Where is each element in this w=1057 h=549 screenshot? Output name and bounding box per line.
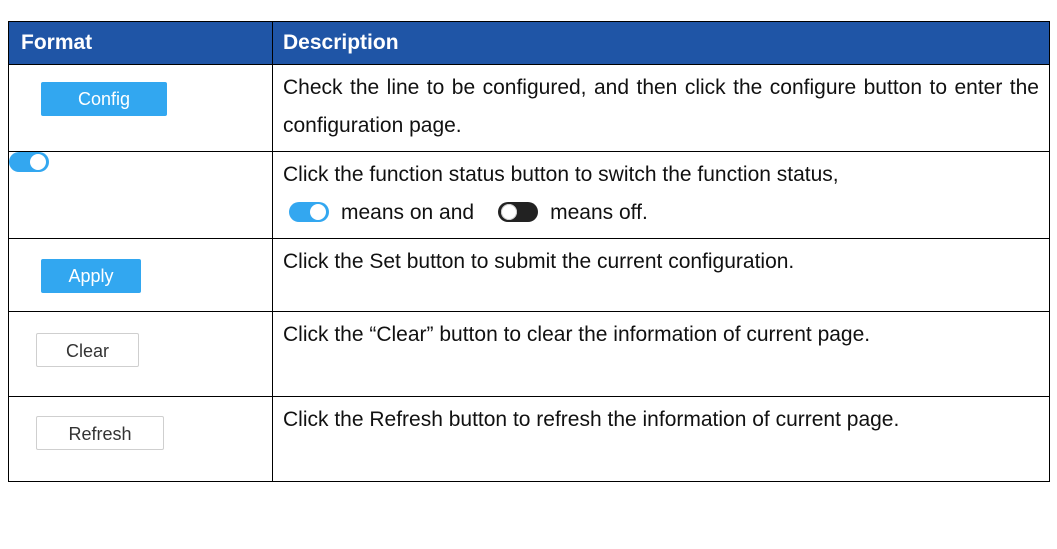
table-row: Config Check the line to be configured, … bbox=[8, 64, 1050, 152]
description-cell: Click the function status button to swit… bbox=[272, 151, 1050, 239]
toggle-knob bbox=[310, 204, 326, 220]
description-cell: Check the line to be configured, and the… bbox=[272, 64, 1050, 152]
table-row: Apply Click the Set button to submit the… bbox=[8, 238, 1050, 312]
table-row: Click the function status button to swit… bbox=[8, 151, 1050, 239]
toggle-on-icon[interactable] bbox=[9, 152, 49, 172]
table-header-row: Format Description bbox=[8, 21, 1050, 65]
format-cell: Refresh bbox=[8, 396, 273, 482]
description-text: means off. bbox=[550, 201, 648, 224]
toggle-knob bbox=[30, 154, 46, 170]
format-description-table: Format Description Config Check the line… bbox=[8, 21, 1050, 482]
description-cell: Click the Set button to submit the curre… bbox=[272, 238, 1050, 312]
description-cell: Click the Refresh button to refresh the … bbox=[272, 396, 1050, 482]
format-cell: Apply bbox=[8, 238, 273, 312]
format-cell bbox=[8, 151, 273, 239]
config-button[interactable]: Config bbox=[41, 82, 167, 116]
apply-button[interactable]: Apply bbox=[41, 259, 141, 293]
clear-button[interactable]: Clear bbox=[36, 333, 139, 367]
description-column-header: Description bbox=[272, 21, 1050, 65]
description-text: means on and bbox=[341, 201, 475, 224]
toggle-off-icon bbox=[498, 202, 539, 222]
toggle-knob bbox=[501, 204, 518, 220]
format-column-header: Format bbox=[8, 21, 273, 65]
refresh-button[interactable]: Refresh bbox=[36, 416, 164, 450]
toggle-on-icon bbox=[289, 202, 329, 222]
format-cell: Clear bbox=[8, 311, 273, 397]
table-row: Refresh Click the Refresh button to refr… bbox=[8, 396, 1050, 482]
description-cell: Click the “Clear” button to clear the in… bbox=[272, 311, 1050, 397]
table-row: Clear Click the “Clear” button to clear … bbox=[8, 311, 1050, 397]
description-text: Click the function status button to swit… bbox=[283, 163, 839, 186]
format-cell: Config bbox=[8, 64, 273, 152]
